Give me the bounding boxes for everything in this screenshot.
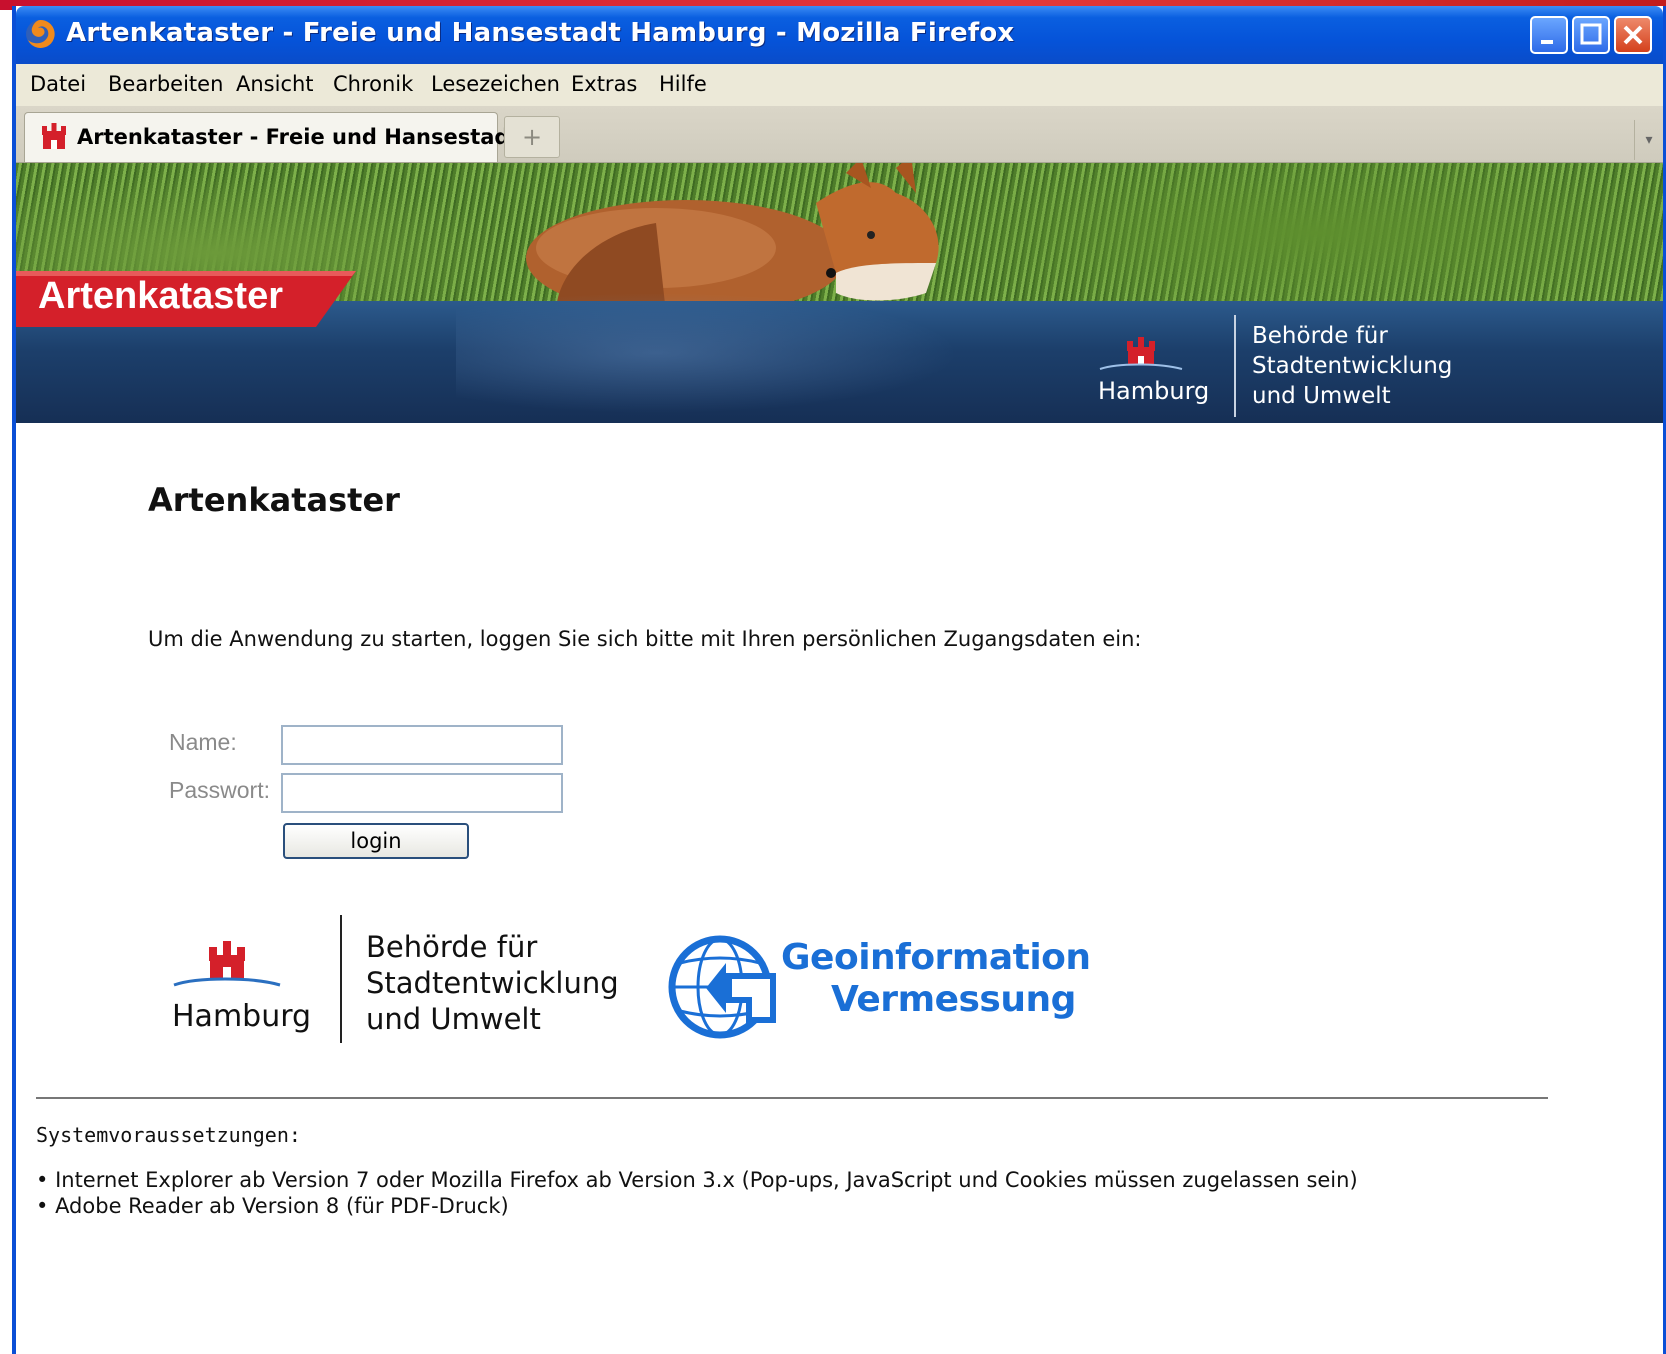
logo-city-name: Hamburg — [172, 999, 312, 1034]
menu-lesezeichen[interactable]: Lesezeichen — [431, 72, 560, 96]
banner-divider — [1234, 315, 1236, 417]
logo-divider — [340, 915, 342, 1043]
banner-authority-line: Behörde für — [1252, 323, 1388, 349]
close-icon — [1623, 25, 1643, 45]
menu-extras[interactable]: Extras — [571, 72, 637, 96]
banner-title: Artenkataster — [38, 275, 283, 317]
password-input[interactable] — [281, 773, 563, 813]
banner-authority-line: Stadtentwicklung — [1252, 353, 1453, 379]
tab-label: Artenkataster - Freie und Hansestad... — [77, 125, 534, 149]
window-title: Artenkataster - Freie und Hansestadt Ham… — [66, 18, 1015, 48]
hamburg-authority-logo: Hamburg Behörde für Stadtentwicklung und… — [172, 915, 652, 1047]
requirements-heading: Systemvoraussetzungen: — [36, 1123, 301, 1147]
new-tab-button[interactable]: + — [504, 116, 560, 158]
logo-authority-line: Behörde für — [366, 930, 538, 964]
firefox-icon — [26, 19, 55, 48]
close-button[interactable] — [1614, 16, 1652, 54]
geo-logo-line2: Vermessung — [831, 979, 1076, 1020]
list-item: Internet Explorer ab Version 7 oder Mozi… — [36, 1167, 1358, 1193]
banner-authority-line: und Umwelt — [1252, 383, 1391, 409]
page-viewport: Artenkataster Hamburg Behörde für Stadte… — [16, 163, 1663, 1354]
minimize-icon — [1541, 40, 1553, 44]
banner-authority-name: Behörde für Stadtentwicklung und Umwelt — [1252, 321, 1452, 411]
geoinformation-logo: Geoinformation Vermessung — [666, 933, 1091, 1043]
maximize-button[interactable] — [1572, 16, 1610, 54]
list-item: Adobe Reader ab Version 8 (für PDF-Druck… — [36, 1193, 1358, 1219]
header-banner: Artenkataster Hamburg Behörde für Stadte… — [16, 163, 1663, 423]
logo-authority-line: und Umwelt — [366, 1002, 541, 1036]
chevron-down-icon: ▾ — [1645, 132, 1653, 148]
menu-chronik[interactable]: Chronik — [333, 72, 413, 96]
login-instructions: Um die Anwendung zu starten, loggen Sie … — [148, 627, 1142, 651]
logo-authority-name: Behörde für Stadtentwicklung und Umwelt — [366, 929, 619, 1037]
hamburg-coat-of-arms-icon — [1099, 337, 1183, 370]
fox-image — [526, 163, 939, 313]
page-title: Artenkataster — [148, 481, 400, 519]
plus-icon: + — [521, 123, 543, 151]
tab-artenkataster[interactable]: Artenkataster - Freie und Hansestad... — [24, 112, 533, 162]
name-label: Name: — [169, 729, 237, 755]
globe-arrow-icon — [668, 935, 776, 1039]
geo-logo-line1: Geoinformation — [781, 937, 1091, 978]
name-input[interactable] — [281, 725, 563, 765]
hamburg-castle-icon — [42, 123, 66, 149]
logo-authority-line: Stadtentwicklung — [366, 966, 619, 1000]
password-label: Passwort: — [169, 777, 270, 803]
menu-bar: Datei Bearbeiten Ansicht Chronik Lesezei… — [16, 64, 1663, 107]
requirements-list: Internet Explorer ab Version 7 oder Mozi… — [36, 1167, 1358, 1219]
menu-bearbeiten[interactable]: Bearbeiten — [108, 72, 223, 96]
browser-window: Artenkataster - Freie und Hansestadt Ham… — [12, 6, 1666, 1354]
title-bar[interactable]: Artenkataster - Freie und Hansestadt Ham… — [16, 6, 1663, 64]
menu-datei[interactable]: Datei — [30, 72, 86, 96]
menu-ansicht[interactable]: Ansicht — [236, 72, 314, 96]
hamburg-coat-of-arms-icon — [173, 941, 281, 987]
menu-hilfe[interactable]: Hilfe — [659, 72, 707, 96]
divider — [36, 1097, 1548, 1099]
maximize-icon — [1580, 23, 1602, 45]
banner-wave — [456, 293, 1156, 423]
login-button[interactable]: login — [283, 823, 469, 859]
minimize-button[interactable] — [1530, 16, 1568, 54]
tab-bar: Artenkataster - Freie und Hansestad... +… — [16, 106, 1663, 163]
tab-list-button[interactable]: ▾ — [1634, 120, 1663, 160]
banner-city-name: Hamburg — [1098, 377, 1210, 405]
